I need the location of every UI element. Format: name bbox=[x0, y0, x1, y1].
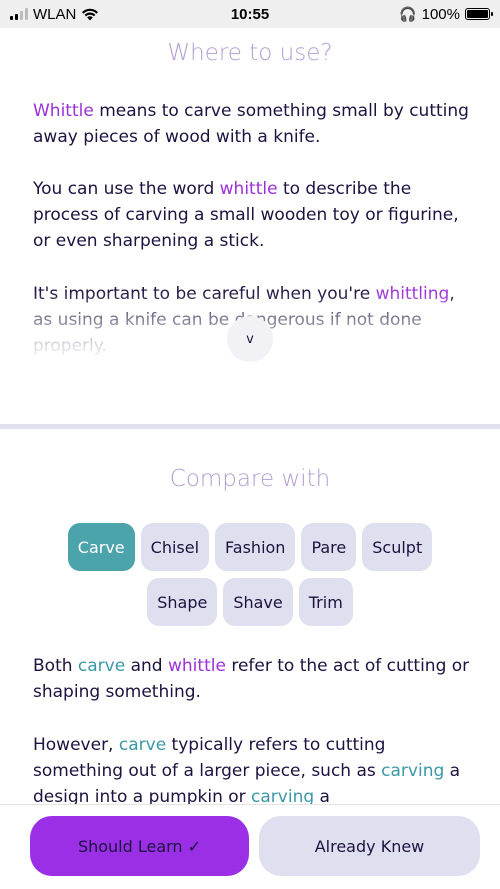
compare-paragraph: Both carve and whittle refer to the act … bbox=[33, 653, 473, 705]
compare-chip-fashion[interactable]: Fashion bbox=[215, 523, 296, 571]
section-divider bbox=[0, 424, 500, 429]
text-segment: and bbox=[125, 656, 168, 676]
compare-paragraph: However, carve typically refers to cutti… bbox=[33, 732, 473, 810]
status-right: 🎧 100% bbox=[399, 5, 493, 23]
where-to-use-title: Where to use? bbox=[167, 40, 333, 66]
compare-chip-shave[interactable]: Shave bbox=[223, 578, 293, 626]
compare-chip-shape[interactable]: Shape bbox=[147, 578, 218, 626]
chevron-down-icon: v bbox=[246, 331, 254, 347]
chips-row: Carve Chisel Fashion Pare Sculpt bbox=[0, 523, 500, 571]
battery-fill bbox=[467, 10, 488, 18]
text-segment: Both bbox=[33, 656, 78, 676]
headphones-icon: 🎧 bbox=[399, 5, 417, 22]
compare-chip-chisel[interactable]: Chisel bbox=[140, 523, 210, 571]
battery-percent: 100% bbox=[421, 5, 460, 23]
compare-chip-pare[interactable]: Pare bbox=[301, 523, 357, 571]
usage-paragraph: Whittle means to carve something small b… bbox=[33, 98, 473, 150]
compare-chip-sculpt[interactable]: Sculpt bbox=[362, 523, 433, 571]
highlighted-word: carve bbox=[77, 656, 126, 676]
text-segment: However, bbox=[33, 735, 119, 755]
expand-button[interactable]: v bbox=[227, 316, 273, 362]
text-segment: means to carve something small by cuttin… bbox=[33, 101, 469, 147]
highlighted-word: whittle bbox=[219, 179, 278, 199]
highlighted-word: Whittle bbox=[33, 101, 94, 121]
usage-paragraph: You can use the word whittle to describe… bbox=[33, 176, 473, 254]
highlighted-word: carving bbox=[381, 761, 445, 781]
highlighted-word: whittling bbox=[375, 284, 450, 304]
should-learn-button[interactable]: Should Learn ✓ bbox=[30, 816, 249, 876]
chips-row: Shape Shave Trim bbox=[0, 578, 500, 626]
compare-chip-carve[interactable]: Carve bbox=[67, 523, 135, 571]
highlighted-word: whittle bbox=[168, 656, 226, 676]
carrier-label: WLAN bbox=[33, 5, 77, 23]
signal-icon bbox=[10, 8, 28, 20]
compare-with-title: Compare with bbox=[169, 466, 331, 492]
text-segment: It's important to be careful when you're bbox=[33, 284, 376, 304]
highlighted-word: carve bbox=[118, 735, 167, 755]
status-left: WLAN bbox=[10, 6, 99, 23]
battery-icon bbox=[465, 8, 493, 20]
bottom-action-bar: Should Learn ✓ Already Knew bbox=[0, 804, 500, 889]
status-bar: WLAN 10:55 🎧 100% bbox=[0, 0, 500, 28]
text-segment: You can use the word bbox=[33, 179, 220, 199]
already-knew-button[interactable]: Already Knew bbox=[259, 816, 480, 876]
wifi-icon bbox=[82, 8, 99, 20]
compare-chip-trim[interactable]: Trim bbox=[298, 578, 353, 626]
